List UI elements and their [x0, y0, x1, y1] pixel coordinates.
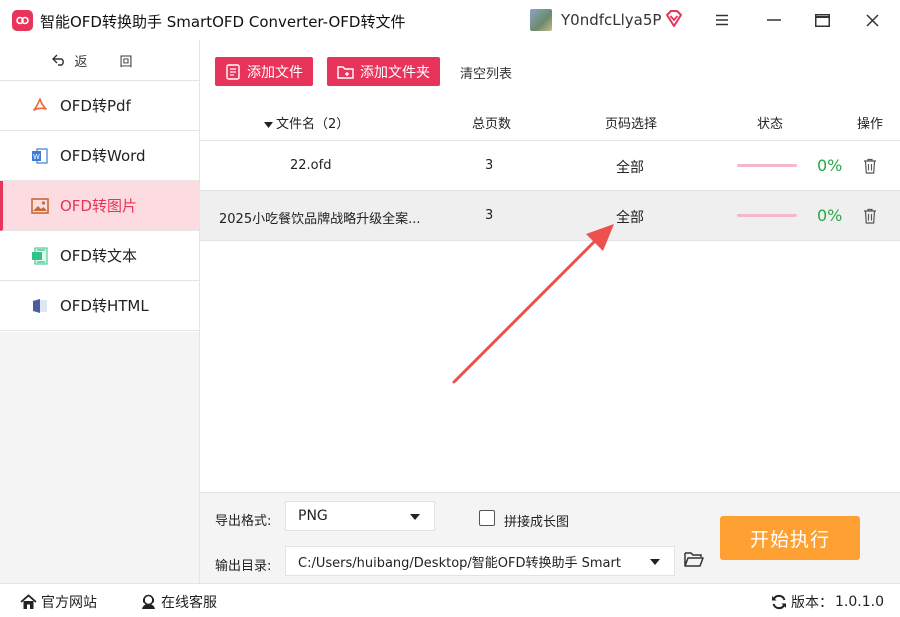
start-button[interactable]: 开始执行: [720, 516, 860, 560]
close-button[interactable]: [858, 6, 886, 34]
sidebar-item-ofd-to-pdf[interactable]: OFD转Pdf: [0, 81, 199, 131]
version-value: 1.0.1.0: [835, 594, 884, 610]
word-icon: W: [30, 146, 50, 166]
html-icon: [30, 296, 50, 316]
add-file-button[interactable]: 添加文件: [215, 57, 313, 86]
progress-percent: 0%: [817, 156, 843, 175]
official-website-label: 官方网站: [41, 595, 97, 611]
pdf-icon: [30, 96, 50, 116]
format-select[interactable]: PNG: [285, 501, 435, 531]
minimize-button[interactable]: [760, 6, 788, 34]
add-folder-icon: [337, 65, 354, 79]
back-button[interactable]: 返 回: [0, 40, 199, 81]
pages-cell: 3: [485, 158, 494, 173]
merge-long-image-label[interactable]: 拼接成长图: [504, 511, 569, 530]
page-range-select[interactable]: 全部: [616, 207, 644, 227]
official-website-link[interactable]: 官方网站: [20, 592, 97, 612]
delete-icon[interactable]: [863, 208, 877, 224]
app-logo-icon: [12, 10, 33, 31]
filename-cell: 2025小吃餐饮品牌战略升级全案...: [219, 212, 421, 227]
sidebar-item-label: OFD转图片: [60, 197, 137, 215]
text-icon: [30, 246, 50, 266]
user-avatar[interactable]: [530, 9, 552, 31]
format-value: PNG: [298, 508, 328, 524]
sidebar-item-ofd-to-image[interactable]: OFD转图片: [0, 181, 199, 231]
vip-diamond-icon[interactable]: [664, 9, 684, 29]
table-row[interactable]: 2025小吃餐饮品牌战略升级全案... 3 全部 0%: [200, 191, 900, 241]
output-dir-value: C:/Users/huibang/Desktop/智能OFD转换助手 Smart: [298, 555, 621, 571]
pages-column-header: 总页数: [472, 117, 512, 132]
chevron-down-icon: [650, 559, 660, 565]
table-row[interactable]: 22.ofd 3 全部 0%: [200, 141, 900, 191]
menu-icon: [716, 14, 728, 26]
sidebar-item-ofd-to-html[interactable]: OFD转HTML: [0, 281, 199, 331]
maximize-button[interactable]: [808, 6, 836, 34]
sidebar: 返 回 OFD转Pdf W OFD转Word OFD转图片 OFD转文本 OFD…: [0, 40, 200, 583]
headset-icon: [142, 594, 155, 609]
refresh-icon: [772, 594, 786, 610]
actions-column-header: 操作: [857, 117, 884, 132]
version-label: 版本：: [791, 595, 833, 611]
toolbar: 添加文件 添加文件夹 清空列表: [200, 40, 900, 100]
minimize-icon: [767, 19, 781, 21]
export-settings: 导出格式: PNG 拼接成长图 输出目录: C:/Users/huibang/D…: [200, 493, 900, 583]
filename-cell: 22.ofd: [290, 158, 332, 173]
status-bar: 官方网站 在线客服 版本： 1.0.1.0: [0, 583, 900, 617]
page-range-select[interactable]: 全部: [616, 157, 644, 177]
delete-icon[interactable]: [863, 158, 877, 174]
file-table: 文件名（2） 总页数 页码选择 状态 操作 22.ofd 3 全部 0% 202…: [200, 100, 900, 493]
progress-percent: 0%: [817, 206, 843, 225]
menu-button[interactable]: [708, 6, 736, 34]
image-icon: [30, 196, 50, 216]
add-file-icon: [226, 63, 240, 80]
online-support-link[interactable]: 在线客服: [140, 592, 217, 612]
sidebar-item-label: OFD转Pdf: [60, 97, 131, 115]
sidebar-item-ofd-to-text[interactable]: OFD转文本: [0, 231, 199, 281]
format-label: 导出格式:: [215, 514, 272, 529]
add-file-label: 添加文件: [247, 64, 303, 81]
maximize-icon: [814, 13, 830, 27]
progress-bar: [737, 214, 797, 217]
close-icon: [865, 13, 879, 27]
home-icon: [20, 594, 37, 609]
app-title: 智能OFD转换助手 SmartOFD Converter-OFD转文件: [40, 13, 406, 31]
back-arrow-icon: [52, 54, 65, 66]
sidebar-item-ofd-to-word[interactable]: W OFD转Word: [0, 131, 199, 181]
sidebar-item-label: OFD转文本: [60, 247, 137, 265]
progress-bar: [737, 164, 797, 167]
add-folder-button[interactable]: 添加文件夹: [327, 57, 440, 86]
add-folder-label: 添加文件夹: [360, 64, 430, 81]
svg-text:W: W: [33, 153, 40, 161]
chevron-down-icon: [410, 514, 420, 520]
version-info[interactable]: 版本： 1.0.1.0: [771, 592, 884, 612]
back-label: 返 回: [74, 54, 147, 70]
sidebar-empty-area: [0, 332, 199, 583]
output-dir-label: 输出目录:: [215, 559, 272, 574]
sidebar-item-label: OFD转HTML: [60, 297, 149, 315]
output-dir-select[interactable]: C:/Users/huibang/Desktop/智能OFD转换助手 Smart: [285, 546, 675, 576]
range-column-header: 页码选择: [605, 117, 658, 132]
open-folder-icon[interactable]: [684, 550, 704, 568]
status-column-header: 状态: [757, 117, 784, 132]
sort-desc-icon: [264, 121, 273, 128]
title-bar: 智能OFD转换助手 SmartOFD Converter-OFD转文件 Y0nd…: [0, 0, 900, 40]
clear-list-button[interactable]: 清空列表: [460, 63, 512, 82]
table-header: 文件名（2） 总页数 页码选择 状态 操作: [200, 100, 900, 141]
user-name[interactable]: Y0ndfcLlya5P: [561, 11, 661, 29]
online-support-label: 在线客服: [161, 595, 217, 611]
pages-cell: 3: [485, 208, 494, 223]
filename-column-header[interactable]: 文件名（2）: [264, 113, 349, 132]
sidebar-item-label: OFD转Word: [60, 147, 146, 165]
merge-long-image-checkbox[interactable]: [479, 510, 495, 526]
